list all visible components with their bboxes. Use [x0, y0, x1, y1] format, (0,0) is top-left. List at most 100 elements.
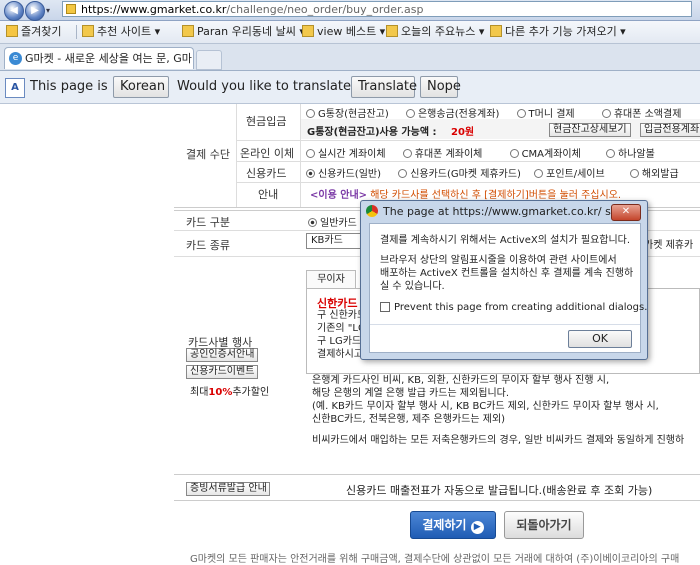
info-line: 은행계 카드사인 비씨, KB, 외환, 신한카드의 무이자 할부 행사 진행 …	[312, 375, 610, 386]
prevent-dialogs-row: Prevent this page from creating addition…	[380, 302, 647, 313]
divider	[236, 161, 700, 162]
info-line: 해당 은행의 계열 은행 발급 카드는 제외됩니다.	[312, 388, 510, 399]
promo-line: 구 LG카드	[317, 336, 362, 347]
url-field[interactable]: https://www.gmarket.co.kr/challenge/neo_…	[62, 1, 692, 17]
radio-credit-general[interactable]	[306, 169, 315, 178]
fav-item-news[interactable]: 오늘의 주요뉴스 ▾	[386, 24, 484, 40]
fav-item-addons[interactable]: 다른 추가 기능 가져오기 ▾	[490, 24, 626, 40]
option-label: 해외발급	[641, 169, 679, 180]
radio-mobile-transfer[interactable]	[402, 149, 412, 158]
ie-icon: e	[9, 52, 22, 65]
payment-section: 결제 수단 현금입금 G통장(현금잔고) 은행송금(전용계좌) T머니 결제 휴…	[174, 104, 700, 208]
address-bar: ◀ ▶ ▾ https://www.gmarket.co.kr/challeng…	[0, 0, 700, 21]
radio-general-card[interactable]	[308, 218, 317, 227]
max-percent: 10%	[208, 387, 233, 398]
back-icon[interactable]: ◀	[4, 1, 24, 21]
page-icon	[82, 25, 94, 37]
alert-dialog: The page at https://www.gmarket.co.kr/ s…	[360, 200, 648, 360]
gbank-info-row: G통장(현금잔고)사용 가능액 : 20원 현금잔고상세보기 입금전용계좌	[301, 119, 700, 139]
translate-button[interactable]: Translate	[351, 76, 417, 98]
divider	[236, 140, 700, 141]
deposit-account-button[interactable]: 입금전용계좌	[640, 123, 700, 137]
fav-label: view 베스트 ▾	[317, 25, 386, 38]
pay-label: 결제하기	[422, 518, 467, 532]
card-type-label: 카드 구분	[186, 216, 230, 229]
radio-point-save[interactable]	[534, 169, 544, 178]
radio-bank-transfer[interactable]	[405, 109, 415, 118]
radio-hana[interactable]	[606, 149, 616, 158]
cert-guide-button[interactable]: 공인인증서안내	[186, 348, 258, 362]
tab-gmarket[interactable]: e G마켓 - 새로운 세상을 여는 문, G마켓	[4, 47, 194, 87]
fav-label: 다른 추가 기능 가져오기 ▾	[505, 25, 626, 38]
option-label: 신용카드(일반)	[318, 169, 382, 180]
page-icon	[182, 25, 194, 37]
radio-mobile-payment[interactable]	[601, 109, 611, 118]
dialog-title: The page at https://www.gmarket.co.kr/ s…	[383, 205, 634, 218]
dialog-message: 결제를 계속하시기 위해서는 ActiveX의 설치가 필요합니다. 브라우저 …	[380, 234, 633, 293]
radio-gbank[interactable]	[306, 109, 315, 118]
footer-text: G마켓의 모든 판매자는 안전거래를 위해 구매금액, 결제수단에 상관없이 모…	[190, 554, 680, 565]
radio-overseas-card[interactable]	[629, 169, 639, 178]
option-label: 신용카드(G마켓 제휴카드)	[410, 169, 521, 180]
view-balance-button[interactable]: 현금잔고상세보기	[549, 123, 631, 137]
radio-cma-transfer[interactable]	[509, 149, 519, 158]
dialog-line: 배포하는 ActiveX 컨트롤을 설치하신 후 결제를 계속 진행하	[380, 268, 634, 279]
gbank-amount: 20원	[451, 127, 475, 138]
receipt-guide-button[interactable]: 증빙서류발급 안내	[186, 482, 270, 496]
fav-item-weather[interactable]: Paran 우리동네 날씨 ▾	[182, 24, 305, 40]
divider	[236, 104, 237, 207]
tab-interest-free[interactable]: 무이자	[306, 270, 356, 289]
gbank-text: G통장(현금잔고)사용 가능액 :	[307, 127, 437, 138]
nope-button[interactable]: Nope	[420, 76, 461, 98]
fav-item-recommended[interactable]: 추천 사이트 ▾	[82, 24, 160, 40]
chrome-icon	[366, 205, 378, 217]
pay-button[interactable]: 결제하기 ▶	[410, 511, 496, 539]
guide-text: <이용 안내> 해당 카드사를 선택하신 후 [결제하기]버튼을 눌러 주십시오…	[310, 186, 621, 201]
ok-button[interactable]: OK	[568, 330, 632, 348]
favorites-bar: 즐겨찾기 추천 사이트 ▾ Paran 우리동네 날씨 ▾ view 베스트 ▾…	[0, 21, 700, 44]
favorites-button[interactable]: 즐겨찾기	[6, 24, 61, 40]
row-cash-options: G통장(현금잔고) 은행송금(전용계좌) T머니 결제 휴대폰 소액결제	[306, 105, 681, 120]
row-online-options: 실시간 계좌이체 휴대폰 계좌이체 CMA계좌이체 하나알볼	[306, 145, 655, 160]
new-tab-button[interactable]	[196, 50, 222, 70]
promo-lines: 구 신한카드 기존의 "LG 구 LG카드 결제하시고	[317, 309, 366, 361]
divider	[174, 500, 700, 501]
radio-tmoney[interactable]	[516, 109, 526, 118]
translate-prefix: This page is in	[30, 79, 124, 94]
fav-item-view-best[interactable]: view 베스트 ▾	[302, 24, 385, 40]
divider	[236, 182, 700, 183]
option-label: CMA계좌이체	[521, 149, 581, 160]
row-label-cash: 현금입금	[246, 115, 287, 128]
receipt-text: 신용카드 매출전표가 자동으로 발급됩니다.(배송완료 후 조회 가능)	[346, 484, 653, 497]
translate-icon: A	[5, 78, 25, 98]
payment-method-label: 결제 수단	[186, 148, 230, 161]
promo-line: 결제하시고	[317, 349, 363, 360]
history-dropdown-icon[interactable]: ▾	[46, 6, 50, 15]
card-type-option: 일반카드	[308, 214, 357, 229]
max-label: 최대	[190, 387, 209, 398]
prevent-dialogs-checkbox[interactable]	[380, 302, 390, 312]
forward-icon[interactable]: ▶	[25, 1, 45, 21]
back-button[interactable]: 되돌아가기	[504, 511, 584, 539]
fav-label: 오늘의 주요뉴스 ▾	[401, 25, 485, 38]
divider	[174, 474, 700, 475]
radio-credit-partner[interactable]	[398, 169, 408, 178]
close-icon[interactable]: ✕	[611, 204, 641, 221]
option-label: 일반카드	[320, 218, 357, 229]
divider	[370, 324, 640, 325]
option-label: 포인트/세이브	[546, 169, 605, 180]
card-kind-partner: 가켓 제휴카	[644, 240, 694, 251]
card-kind-select[interactable]: KB카드	[306, 233, 366, 249]
option-label: 휴대폰 계좌이체	[414, 149, 483, 160]
dialog-body: 결제를 계속하시기 위해서는 ActiveX의 설치가 필요합니다. 브라우저 …	[369, 223, 647, 353]
checkbox-label: Prevent this page from creating addition…	[394, 302, 648, 313]
dialog-line: 결제를 계속하시기 위해서는 ActiveX의 설치가 필요합니다.	[380, 235, 631, 246]
promo-line: 기존의 "LG	[317, 323, 366, 334]
arrow-right-icon: ▶	[470, 521, 484, 534]
row-credit-options: 신용카드(일반) 신용카드(G마켓 제휴카드) 포인트/세이브 해외발급	[306, 165, 679, 180]
page-icon	[490, 25, 502, 37]
radio-realtime-transfer[interactable]	[306, 149, 315, 158]
language-select[interactable]: Korean ▾	[113, 76, 169, 113]
card-event-button[interactable]: 신용카드이벤트	[186, 365, 258, 379]
max-tail: 추가할인	[232, 387, 270, 398]
